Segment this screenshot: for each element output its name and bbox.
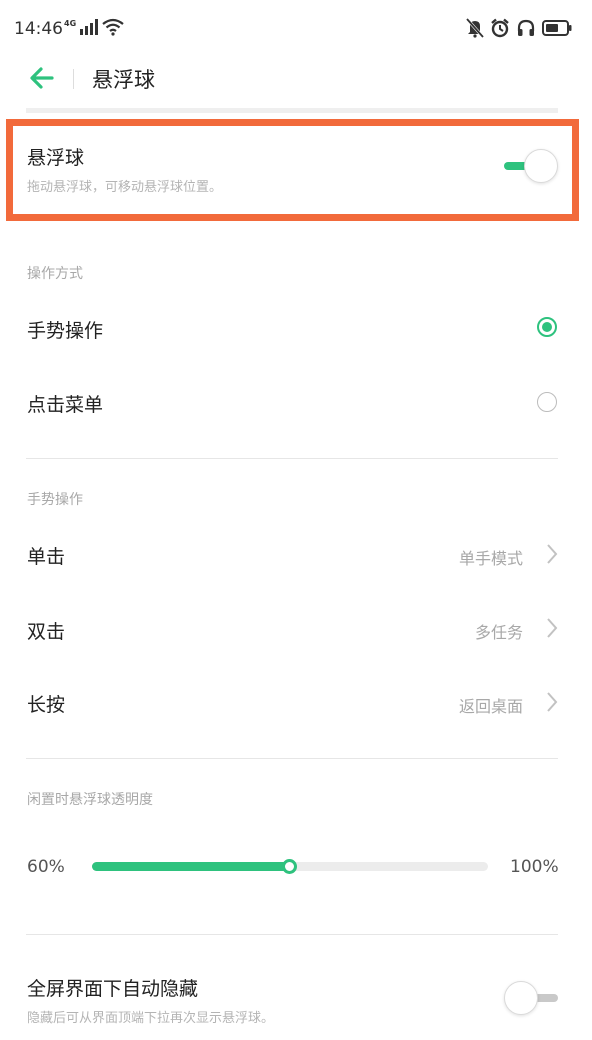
back-button[interactable]: [28, 64, 56, 92]
gesture-double-tap-label: 双击: [27, 621, 66, 643]
option-click-menu-radio[interactable]: [537, 392, 557, 412]
option-click-menu-label: 点击菜单: [27, 394, 104, 416]
status-bar: 14:46 4G: [0, 0, 592, 60]
option-gesture-radio[interactable]: [537, 317, 557, 337]
back-arrow-icon: [30, 67, 54, 89]
chevron-right-icon: [547, 544, 558, 564]
highlight-frame: [6, 119, 579, 221]
auto-hide-toggle[interactable]: [502, 980, 560, 1016]
top-app-bar: 悬浮球: [0, 58, 592, 98]
network-type-label: 4G: [64, 19, 77, 28]
status-time: 14:46: [14, 19, 63, 39]
wifi-icon: [102, 18, 124, 36]
gesture-long-press-label: 长按: [27, 694, 66, 716]
header-divider: [73, 69, 74, 89]
opacity-slider-thumb[interactable]: [282, 859, 297, 874]
divider: [26, 758, 558, 759]
chevron-right-icon: [547, 692, 558, 712]
divider: [26, 458, 558, 459]
alarm-icon: [491, 18, 509, 38]
battery-icon: [542, 20, 572, 36]
opacity-slider[interactable]: [92, 859, 488, 874]
gesture-double-tap-value: 多任务: [474, 623, 523, 642]
page-title: 悬浮球: [92, 68, 155, 92]
opacity-max-label: 100%: [510, 857, 559, 877]
floating-ball-title: 悬浮球: [27, 147, 85, 169]
operation-mode-section-label: 操作方式: [27, 266, 83, 282]
mute-icon: [466, 18, 484, 38]
chevron-right-icon: [547, 618, 558, 638]
gesture-long-press-value: 返回桌面: [458, 697, 523, 716]
auto-hide-title: 全屏界面下自动隐藏: [27, 978, 199, 1000]
opacity-slider-fill: [92, 862, 290, 871]
top-separator: [26, 108, 558, 113]
opacity-section-label: 闲置时悬浮球透明度: [27, 792, 153, 808]
signal-icon: [80, 19, 99, 35]
divider: [26, 934, 558, 935]
headset-icon: [517, 19, 535, 36]
gesture-single-tap-value: 单手模式: [458, 549, 523, 568]
opacity-min-label: 60%: [27, 857, 65, 877]
gesture-section-label: 手势操作: [27, 492, 83, 508]
floating-ball-subtitle: 拖动悬浮球，可移动悬浮球位置。: [27, 180, 223, 195]
option-gesture-label: 手势操作: [27, 320, 104, 342]
floating-ball-toggle[interactable]: [502, 148, 560, 184]
gesture-single-tap-label: 单击: [27, 546, 66, 568]
auto-hide-subtitle: 隐藏后可从界面顶端下拉再次显示悬浮球。: [27, 1011, 275, 1026]
